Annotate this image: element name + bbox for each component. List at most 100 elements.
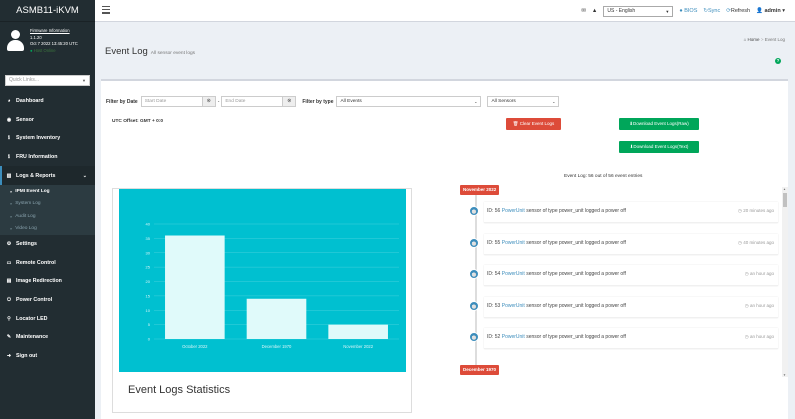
sidebar-item-label: Image Redirection	[16, 278, 62, 285]
sidebar-item-label: Sensor	[16, 116, 34, 123]
chevron-down-icon: ⌄	[474, 99, 478, 104]
wrench-icon: ✎	[6, 334, 12, 341]
sidebar-item-label: System Inventory	[16, 135, 61, 142]
sidebar-item-remote-control[interactable]: ▭ Remote Control	[0, 254, 95, 273]
y-tick-label: 25	[146, 265, 151, 270]
sidebar-item-maintenance[interactable]: ✎ Maintenance	[0, 328, 95, 347]
breadcrumb-home[interactable]: Home	[748, 37, 760, 42]
chart-bar[interactable]	[246, 298, 307, 339]
location-icon: ⚲	[7, 315, 11, 322]
submenu-item-video-log[interactable]: » Video Log	[0, 222, 95, 235]
y-tick-label: 20	[146, 279, 151, 284]
bios-icon: ●	[679, 8, 683, 14]
chart-icon: ▥	[6, 172, 12, 179]
event-stats-chart: 0 5 10 15 20 25 30 35 40 October 2022 December 197…	[146, 222, 399, 349]
chevron-down-icon: ⌄	[82, 172, 87, 179]
sidebar-item-dashboard[interactable]: ◕ Dashboard	[0, 92, 95, 111]
sensor-link[interactable]: PowerUnit	[502, 208, 525, 214]
warning-icon[interactable]: ▲	[592, 8, 597, 14]
x-tick-label: November 2022	[343, 344, 373, 349]
sidebar-item-sign-out[interactable]: ➜ Sign out	[0, 347, 95, 366]
gear-icon: ⚙	[6, 241, 12, 248]
sensor-link[interactable]: PowerUnit	[502, 303, 525, 309]
start-date-input[interactable]: Start Date	[140, 96, 203, 107]
language-select[interactable]: US - English ▼	[603, 5, 674, 17]
brand-logo[interactable]: ASMB11-iKVM	[0, 0, 95, 22]
user-menu[interactable]: 👤 admin ▾	[756, 8, 785, 14]
scrollbar-thumb[interactable]	[783, 193, 787, 207]
download-raw-button[interactable]: ⬇Download Event Logs(Raw)	[619, 118, 699, 130]
sidebar-item-logs-reports[interactable]: ▥ Logs & Reports ⌄	[0, 166, 95, 185]
firmware-version: 1.1.20	[30, 34, 42, 40]
user-icon: 👤	[756, 8, 763, 14]
logs-submenu: » IPMI Event Log » System Log » Audit Log »…	[0, 184, 95, 235]
sensor-icon: ◉	[6, 116, 12, 123]
power-icon: ⏻	[7, 297, 11, 304]
event-time-text: 20 minutes ago	[743, 208, 774, 213]
timeline-date-label: December 1970	[460, 365, 500, 375]
sensor-value: All Sensors	[491, 99, 516, 104]
submenu-item-label: IPMI Event Log	[15, 188, 50, 194]
quick-links-select[interactable]: Quick Links... ▼	[5, 75, 90, 86]
event-id: ID: 56	[487, 208, 501, 214]
chart-panel: 0 5 10 15 20 25 30 35 40 October 2022 December 197…	[112, 188, 412, 413]
event-timeline: November 2022 ⚪ ID: 56 PowerUnit sensor o…	[458, 185, 793, 375]
event-id: ID: 52	[487, 334, 501, 341]
envelope-icon[interactable]: ✉	[581, 8, 586, 14]
submenu-item-ipmi-event-log[interactable]: » IPMI Event Log	[0, 185, 95, 198]
sync-button[interactable]: ↻Sync	[703, 8, 720, 14]
bios-label: BIOS	[684, 8, 698, 14]
chart-title: Event Logs Statistics	[128, 384, 231, 396]
download-text-button[interactable]: ⬇Download Event Logs(Text)	[619, 141, 699, 153]
event-description: sensor of type power_unit logged a power…	[526, 271, 626, 278]
timeline-scrollbar[interactable]: ▲ ▼	[782, 187, 788, 377]
timeline-item: ID: 55 PowerUnit sensor of type power_un…	[484, 233, 778, 255]
timeline-event-icon: ⚪	[469, 206, 479, 216]
sidebar-item-system-inventory[interactable]: ℹ System Inventory	[0, 129, 95, 148]
end-date-input[interactable]: End Date	[221, 96, 284, 107]
event-time-text: 40 minutes ago	[743, 239, 774, 245]
help-icon[interactable]: ?	[775, 58, 781, 64]
language-value: US - English	[607, 7, 636, 14]
chart-bar[interactable]	[328, 324, 388, 339]
sidebar-item-fru-information[interactable]: ℹ FRU Information	[0, 148, 95, 167]
timeline-item: ID: 52 PowerUnit sensor of type power_un…	[484, 328, 778, 350]
sidebar: ASMB11-iKVM Firmware Information 1.1.20 …	[0, 0, 95, 419]
event-description: sensor of type power_unit logged a power…	[526, 208, 626, 214]
sidebar-item-label: Maintenance	[16, 334, 49, 341]
event-time-text: an hour ago	[749, 302, 774, 308]
event-time: ◷ an hour ago	[745, 271, 774, 277]
scroll-down-icon[interactable]: ▼	[783, 373, 786, 377]
sidebar-item-label: Logs & Reports	[16, 172, 56, 179]
hamburger-menu-icon[interactable]	[102, 6, 110, 14]
scroll-up-icon[interactable]: ▲	[783, 187, 786, 191]
sidebar-item-sensor[interactable]: ◉ Sensor	[0, 111, 95, 130]
refresh-button[interactable]: ⟳Refresh	[726, 8, 750, 14]
submenu-item-audit-log[interactable]: » Audit Log	[0, 210, 95, 223]
event-description: sensor of type power_unit logged a power…	[526, 302, 626, 309]
angle-right-icon: »	[10, 201, 13, 207]
sensor-link[interactable]: PowerUnit	[502, 271, 525, 277]
event-time-text: an hour ago	[749, 334, 774, 340]
clear-event-logs-button[interactable]: 🗑 Clear Event Logs	[506, 118, 561, 130]
event-time: ◷ 20 minutes ago	[738, 208, 774, 214]
bios-button[interactable]: ● BIOS	[679, 8, 697, 14]
clock-icon: ◷	[744, 302, 749, 308]
dashboard-icon: ◕	[7, 98, 11, 105]
clear-start-date-icon[interactable]: ⊗	[202, 96, 216, 107]
chart-bar[interactable]	[165, 235, 225, 340]
firmware-info-link[interactable]: Firmware Information	[30, 28, 78, 35]
event-id: ID: 55	[487, 239, 501, 246]
sidebar-item-image-redirection[interactable]: ▤ Image Redirection	[0, 272, 95, 291]
sensor-link[interactable]: PowerUnit	[502, 334, 525, 340]
sensor-select[interactable]: All Sensors ⌄	[487, 96, 560, 107]
sensor-link[interactable]: PowerUnit	[502, 240, 525, 246]
sidebar-item-locator-led[interactable]: ⚲ Locator LED	[0, 309, 95, 328]
sidebar-item-settings[interactable]: ⚙ Settings	[0, 235, 95, 254]
event-type-select[interactable]: All Events ⌄	[336, 96, 482, 107]
monitor-icon: ▭	[6, 259, 12, 266]
clear-end-date-icon[interactable]: ⊗	[283, 96, 297, 107]
timeline-event-icon: ⚪	[469, 237, 479, 248]
sidebar-item-power-control[interactable]: ⏻ Power Control	[0, 291, 95, 310]
submenu-item-system-log[interactable]: » System Log	[0, 197, 95, 210]
